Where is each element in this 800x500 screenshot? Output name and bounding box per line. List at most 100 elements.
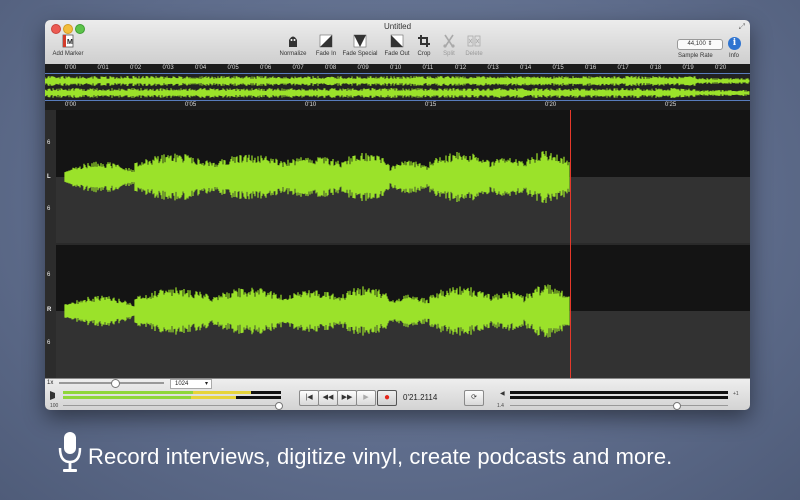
left-scale-top: 6 [47, 140, 51, 146]
timeline-ruler-tick: 0'10 [305, 102, 317, 108]
split-icon [443, 34, 455, 48]
input-meter-green [63, 391, 193, 394]
input-gain-knob[interactable] [275, 402, 283, 410]
overview-ruler-tick: 0'11 [422, 65, 434, 71]
overview-waveform-graphic [45, 76, 750, 98]
split-button[interactable]: Split [438, 34, 460, 57]
info-icon: i [732, 38, 737, 48]
overview-right-waveform [45, 88, 750, 98]
timeline-ruler[interactable]: 0'00 0'05 0'10 0'15 0'20 0'25 [45, 101, 750, 110]
info-button[interactable]: i [728, 37, 741, 50]
timecode-display: 0'21.2114 [403, 393, 438, 402]
output-volume-icon: ◀ [500, 391, 505, 397]
sample-rate-value: 44,100 [687, 41, 706, 47]
delete-label: Delete [465, 51, 483, 57]
input-gain-slider[interactable] [63, 402, 283, 410]
fade-out-icon [390, 34, 404, 48]
fade-in-icon [319, 34, 333, 48]
overview-ruler-tick: 0'08 [325, 65, 337, 71]
input-meter-yellow [193, 391, 251, 394]
fade-special-icon [353, 34, 367, 48]
fast-forward-button[interactable]: ▶▶ [337, 390, 357, 406]
info-label: Info [729, 53, 740, 59]
play-icon: ▶ [363, 394, 369, 401]
timeline-ruler-tick: 0'20 [545, 102, 557, 108]
channel-gutter: 6 L 6 6 R 6 [45, 110, 56, 378]
overview-ruler-tick: 0'18 [650, 65, 662, 71]
rewind-icon: ◀◀ [322, 394, 334, 401]
input-meter-yellow-2 [191, 396, 236, 399]
output-meter-bottom [510, 396, 728, 399]
sample-rate-label: Sample Rate [678, 53, 713, 59]
normalize-button[interactable]: Normalize [277, 34, 309, 57]
timeline-ruler-tick: 0'15 [425, 102, 437, 108]
crop-button[interactable]: Crop [414, 34, 434, 57]
overview-ruler-tick: 0'01 [97, 65, 109, 71]
overview-ruler-tick: 0'10 [390, 65, 402, 71]
fade-out-button[interactable]: Fade Out [383, 34, 411, 57]
output-end-label: +1 [733, 391, 739, 397]
zoom-select[interactable]: 1024 ▾ [170, 379, 212, 389]
overview-ruler-tick: 0'17 [617, 65, 629, 71]
zoom-slider[interactable] [59, 379, 164, 388]
fade-special-label: Fade Special [342, 51, 378, 57]
fullscreen-icon[interactable]: ⤢ [739, 22, 745, 32]
overview-ruler-tick: 0'09 [357, 65, 369, 71]
overview-ruler-tick: 0'12 [455, 65, 467, 71]
normalize-icon [289, 36, 297, 47]
go-to-start-button[interactable]: |◀ [299, 390, 319, 406]
skip-back-icon: |◀ [305, 394, 313, 401]
output-gain-slider[interactable] [510, 402, 728, 410]
loop-icon: ⟳ [471, 394, 477, 401]
select-arrows-icon: ⇕ [707, 41, 713, 47]
overview-waveform[interactable] [45, 73, 750, 101]
dropdown-arrow-icon: ▾ [204, 381, 208, 387]
overview-ruler-tick: 0'05 [227, 65, 239, 71]
playhead[interactable] [570, 110, 571, 378]
overview-left-waveform [45, 76, 750, 86]
play-button[interactable]: ▶ [356, 390, 376, 406]
fast-forward-icon: ▶▶ [341, 394, 353, 401]
add-marker-button[interactable]: M Add Marker [49, 34, 87, 57]
channel-divider [56, 243, 750, 245]
output-gain-knob[interactable] [673, 402, 681, 410]
split-label: Split [443, 51, 455, 57]
zoom-slider-knob[interactable] [111, 379, 120, 388]
input-level-icon [50, 391, 55, 400]
transport-bar: 1x 1024 ▾ 100 |◀ ◀◀ ▶▶ ▶ ● 0'21.2114 ⟳ ◀… [45, 378, 750, 410]
microphone-icon [58, 432, 82, 472]
fade-special-button[interactable]: Fade Special [341, 34, 379, 57]
right-scale-bottom: 6 [47, 340, 51, 346]
crop-icon [418, 35, 430, 47]
record-icon: ● [383, 392, 391, 403]
fade-out-label: Fade Out [384, 51, 410, 57]
record-button[interactable]: ● [377, 390, 397, 406]
app-window: Untitled ⤢ M Add Marker Normalize Fade I… [45, 20, 750, 410]
add-marker-label: Add Marker [52, 51, 84, 57]
rewind-button[interactable]: ◀◀ [318, 390, 338, 406]
timeline-ruler-tick: 0'00 [65, 102, 77, 108]
sample-rate-select[interactable]: 44,100 ⇕ [677, 39, 723, 50]
marker-icon: M [62, 34, 74, 48]
timeline-ruler-tick: 0'25 [665, 102, 677, 108]
zoom-select-value: 1024 [175, 381, 189, 387]
overview-ruler-tick: 0'20 [715, 65, 727, 71]
normalize-label: Normalize [279, 51, 307, 57]
overview-ruler-tick: 0'16 [585, 65, 597, 71]
waveform-editor[interactable]: 6 L 6 6 R 6 [45, 110, 750, 378]
stereo-waveform [56, 110, 750, 378]
output-meter-top [510, 391, 728, 394]
overview-ruler-tick: 0'13 [487, 65, 499, 71]
delete-button[interactable]: Delete [463, 34, 485, 57]
title-toolbar: Untitled ⤢ M Add Marker Normalize Fade I… [45, 20, 750, 65]
loop-button[interactable]: ⟳ [464, 390, 484, 406]
timeline-ruler-tick: 0'05 [185, 102, 197, 108]
overview-ruler-tick: 0'07 [292, 65, 304, 71]
zoom-level-label: 1x [47, 380, 54, 386]
overview-ruler-tick: 0'04 [195, 65, 207, 71]
overview-ruler[interactable]: 0'00 0'01 0'02 0'03 0'04 0'05 0'06 0'07 0'08 0'09… [45, 64, 750, 73]
fade-in-button[interactable]: Fade In [313, 34, 339, 57]
overview-ruler-tick: 0'14 [520, 65, 532, 71]
overview-ruler-tick: 0'03 [162, 65, 174, 71]
left-scale-bottom: 6 [47, 206, 51, 212]
